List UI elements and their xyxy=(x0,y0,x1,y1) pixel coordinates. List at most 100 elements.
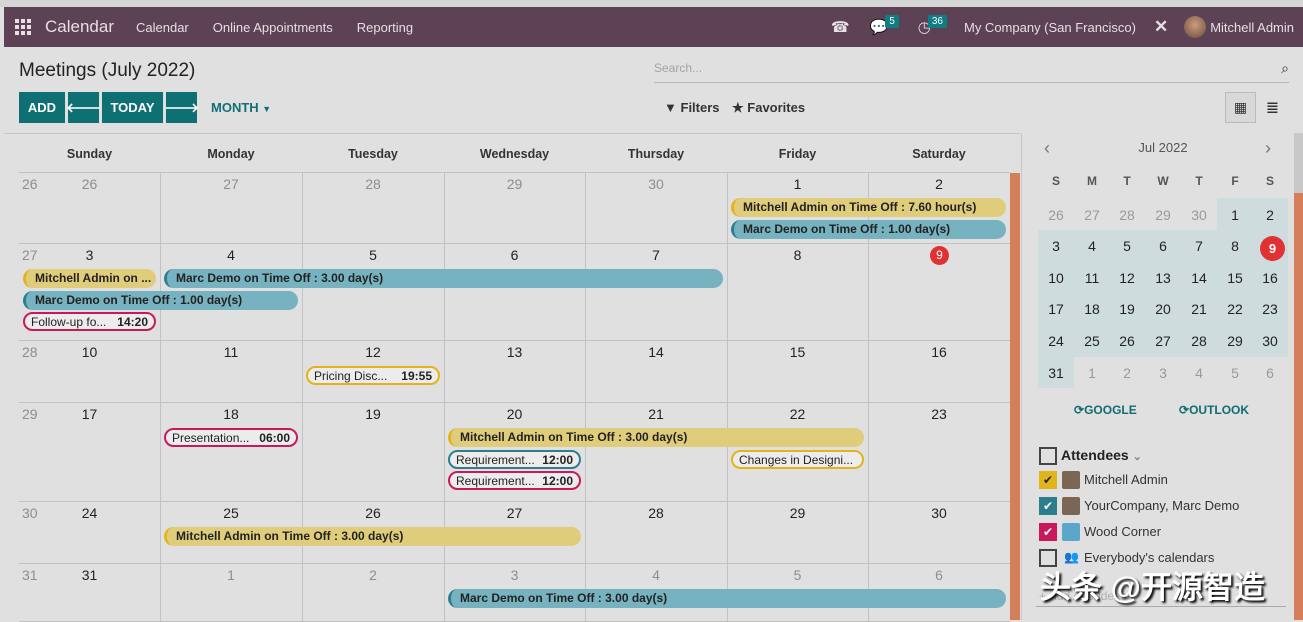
minical-day[interactable]: 15 xyxy=(1217,270,1253,286)
day-cell[interactable]: 19 xyxy=(302,406,444,422)
minical-day[interactable]: 10 xyxy=(1038,270,1074,286)
day-cell[interactable]: 31 xyxy=(19,567,160,583)
day-cell[interactable]: 28 xyxy=(302,176,444,192)
minical-day[interactable]: 7 xyxy=(1181,238,1217,254)
minical-day[interactable]: 4 xyxy=(1074,238,1110,254)
day-cell[interactable]: 28 xyxy=(585,505,727,521)
next-button[interactable]: 🡒 xyxy=(164,92,199,123)
minical-day[interactable]: 3 xyxy=(1145,365,1181,381)
day-cell[interactable]: 3 xyxy=(444,567,585,583)
calendar-event[interactable]: Requirement... 12:00 xyxy=(448,471,581,490)
app-title[interactable]: Calendar xyxy=(45,17,114,37)
minical-day[interactable]: 30 xyxy=(1252,333,1288,349)
day-cell[interactable]: 12 xyxy=(302,344,444,360)
calendar-event[interactable]: Mitchell Admin on ... xyxy=(23,269,156,288)
attendees-select-all-checkbox[interactable] xyxy=(1039,447,1057,465)
minical-day[interactable]: 29 xyxy=(1145,207,1181,223)
day-cell[interactable]: 5 xyxy=(727,567,868,583)
minical-day[interactable]: 29 xyxy=(1217,333,1253,349)
minical-day[interactable]: 2 xyxy=(1252,207,1288,223)
day-cell[interactable]: 23 xyxy=(868,406,1010,422)
minical-day[interactable]: 20 xyxy=(1145,301,1181,317)
day-cell[interactable]: 25 xyxy=(160,505,302,521)
day-cell[interactable]: 18 xyxy=(160,406,302,422)
minical-day[interactable]: 14 xyxy=(1181,270,1217,286)
today-button[interactable]: TODAY xyxy=(102,92,163,123)
calendar-event[interactable]: Presentation... 06:00 xyxy=(164,428,298,447)
menu-online-appointments[interactable]: Online Appointments xyxy=(213,20,333,35)
day-cell[interactable]: 6 xyxy=(444,247,585,263)
day-cell[interactable]: 4 xyxy=(160,247,302,263)
day-cell[interactable]: 29 xyxy=(444,176,585,192)
minical-day[interactable]: 1 xyxy=(1074,365,1110,381)
calendar-event[interactable]: Marc Demo on Time Off : 3.00 day(s) xyxy=(448,589,1006,608)
filters-button[interactable]: ▼ Filters xyxy=(664,100,720,115)
day-cell[interactable]: 27 xyxy=(160,176,302,192)
attendee-name[interactable]: Mitchell Admin xyxy=(1084,472,1168,487)
calendar-event[interactable]: Requirement... 12:00 xyxy=(448,449,581,469)
minical-day[interactable]: 8 xyxy=(1217,238,1253,254)
minical-day[interactable]: 28 xyxy=(1181,333,1217,349)
calendar-event[interactable]: Pricing Disc... 19:55 xyxy=(306,366,440,385)
day-cell[interactable]: 22 xyxy=(727,406,868,422)
day-cell[interactable]: 4 xyxy=(585,567,727,583)
day-cell[interactable]: 2 xyxy=(302,567,444,583)
day-cell[interactable]: 11 xyxy=(160,344,302,360)
calendar-scrollbar[interactable] xyxy=(1010,173,1020,620)
day-cell[interactable]: 8 xyxy=(727,247,868,263)
minical-day[interactable]: 21 xyxy=(1181,301,1217,317)
calendar-event[interactable]: Marc Demo on Time Off : 1.00 day(s) xyxy=(23,290,298,310)
day-cell[interactable]: 7 xyxy=(585,247,727,263)
menu-calendar[interactable]: Calendar xyxy=(136,20,189,35)
minical-day[interactable]: 23 xyxy=(1252,301,1288,317)
day-cell[interactable]: 27 xyxy=(444,505,585,521)
day-cell[interactable]: 2 xyxy=(868,176,1010,192)
day-cell[interactable]: 15 xyxy=(727,344,868,360)
minical-day[interactable]: 30 xyxy=(1181,207,1217,223)
search-icon[interactable]: ⌕ xyxy=(1281,60,1289,77)
attendee-name[interactable]: Wood Corner xyxy=(1084,524,1161,539)
calendar-event[interactable]: Marc Demo on Time Off : 3.00 day(s) xyxy=(164,269,723,288)
minical-day[interactable]: 11 xyxy=(1074,270,1110,286)
minical-day[interactable]: 31 xyxy=(1038,365,1074,381)
calendar-view-button[interactable]: ▦ xyxy=(1225,92,1256,123)
google-sync-button[interactable]: ⟳GOOGLE xyxy=(1074,403,1137,417)
minical-day[interactable]: 28 xyxy=(1109,207,1145,223)
minical-day[interactable]: 4 xyxy=(1181,365,1217,381)
previous-button[interactable]: 🡐 xyxy=(66,92,101,123)
search-input[interactable]: Search... ⌕ xyxy=(654,58,1289,83)
day-cell[interactable]: 26 xyxy=(19,176,160,192)
day-cell[interactable]: 30 xyxy=(585,176,727,192)
minical-day[interactable]: 3 xyxy=(1038,238,1074,254)
attendee-checkbox[interactable]: ✔ xyxy=(1039,523,1057,541)
minical-day[interactable]: 27 xyxy=(1145,333,1181,349)
minical-day[interactable]: 27 xyxy=(1074,207,1110,223)
minical-day[interactable]: 12 xyxy=(1109,270,1145,286)
minical-day[interactable]: 5 xyxy=(1109,238,1145,254)
day-cell[interactable]: 29 xyxy=(727,505,868,521)
calendar-event[interactable]: Mitchell Admin on Time Off : 7.60 hour(s… xyxy=(731,198,1006,217)
apps-grid-icon[interactable] xyxy=(15,19,31,35)
day-cell[interactable]: 6 xyxy=(868,567,1010,583)
day-cell[interactable]: 26 xyxy=(302,505,444,521)
minical-day[interactable]: 26 xyxy=(1038,207,1074,223)
day-cell[interactable]: 21 xyxy=(585,406,727,422)
minical-day[interactable]: 5 xyxy=(1217,365,1253,381)
attendee-checkbox[interactable]: ✔ xyxy=(1039,471,1057,489)
minical-day[interactable]: 26 xyxy=(1109,333,1145,349)
minical-day[interactable]: 19 xyxy=(1109,301,1145,317)
calendar-event[interactable]: Mitchell Admin on Time Off : 3.00 day(s) xyxy=(164,527,581,546)
calendar-event[interactable]: Follow-up fo... 14:20 xyxy=(23,312,156,331)
minical-day[interactable]: 6 xyxy=(1145,238,1181,254)
minical-day[interactable]: 2 xyxy=(1109,365,1145,381)
minical-day[interactable]: 13 xyxy=(1145,270,1181,286)
today-marker[interactable]: 9 xyxy=(930,246,949,265)
day-cell[interactable]: 14 xyxy=(585,344,727,360)
day-cell[interactable]: 5 xyxy=(302,247,444,263)
minical-day[interactable]: 16 xyxy=(1252,270,1288,286)
day-cell[interactable]: 30 xyxy=(868,505,1010,521)
list-view-button[interactable]: ≣ xyxy=(1257,92,1288,123)
minical-day[interactable]: 1 xyxy=(1217,207,1253,223)
user-menu[interactable]: Mitchell Admin xyxy=(1210,20,1294,35)
calendar-event[interactable]: Changes in Designi... xyxy=(731,449,864,469)
